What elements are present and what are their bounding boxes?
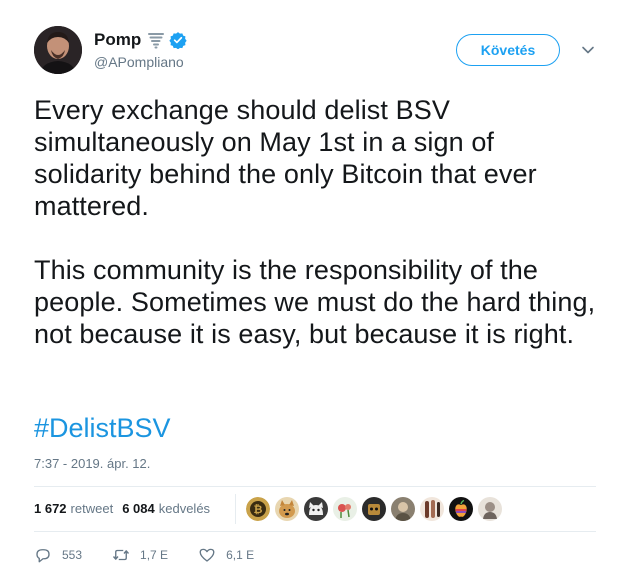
tweet-header: Pomp @APompliano Követés: [34, 26, 614, 78]
retweets-count: 1 672: [34, 501, 67, 516]
tweet-paragraph: This community is the responsibility of …: [34, 255, 596, 349]
liker-avatar[interactable]: [332, 496, 358, 522]
like-action[interactable]: 6,1 E: [198, 541, 254, 569]
follow-button[interactable]: Követés: [456, 34, 560, 66]
author-handle[interactable]: @APompliano: [94, 54, 184, 70]
likes-count: 6 084: [122, 501, 155, 516]
tornado-icon: [148, 33, 165, 49]
liker-avatar[interactable]: [303, 496, 329, 522]
verified-badge-icon: [169, 32, 187, 49]
chevron-down-icon[interactable]: [580, 42, 596, 58]
tweet-stats: 1 672 retweet 6 084 kedvelés: [34, 486, 210, 531]
svg-text:₿: ₿: [254, 503, 263, 516]
retweets-label: retweet: [70, 501, 114, 516]
heart-icon: [199, 548, 215, 562]
tweet-actions: 553 1,7 E 6,1 E: [34, 541, 254, 569]
reply-icon: [36, 549, 50, 563]
tweet-card: Pomp @APompliano Követés Every exchange …: [0, 0, 634, 571]
rose-avatar-icon: [333, 497, 357, 521]
apple-logo-avatar-icon: [449, 497, 473, 521]
divider: [34, 531, 596, 532]
author-name-row: Pomp: [94, 29, 187, 51]
sketch-avatar-icon: [478, 497, 502, 521]
liker-avatar[interactable]: [419, 496, 445, 522]
avatar-photo-icon: [34, 26, 82, 74]
robot-avatar-icon: [362, 497, 386, 521]
liker-avatar[interactable]: [361, 496, 387, 522]
portrait-avatar-icon: [391, 497, 415, 521]
retweet-count: 1,7 E: [140, 548, 169, 562]
retweets-stat[interactable]: 1 672 retweet: [34, 501, 113, 516]
tweet-timestamp[interactable]: 7:37 - 2019. ápr. 12.: [34, 456, 150, 471]
doge-avatar-icon: [275, 497, 299, 521]
author-name[interactable]: Pomp: [94, 30, 141, 50]
bitcoin-avatar-icon: ₿: [246, 497, 270, 521]
liker-avatars: ₿: [245, 496, 506, 522]
liker-avatar[interactable]: [390, 496, 416, 522]
tweet-text: Every exchange should delist BSV simulta…: [34, 94, 604, 350]
likes-label: kedvelés: [158, 501, 211, 516]
retweet-action[interactable]: 1,7 E: [112, 541, 168, 569]
liker-avatar[interactable]: [477, 496, 503, 522]
tweet-paragraph: Every exchange should delist BSV simulta…: [34, 95, 537, 221]
liker-avatar[interactable]: [448, 496, 474, 522]
liker-avatar[interactable]: ₿: [245, 496, 271, 522]
reply-action[interactable]: 553: [34, 541, 82, 569]
likes-stat[interactable]: 6 084 kedvelés: [122, 501, 210, 516]
stats-separator: [235, 494, 236, 524]
figure-avatar-icon: [420, 497, 444, 521]
like-count: 6,1 E: [226, 548, 255, 562]
author-avatar[interactable]: [34, 26, 82, 74]
cat-avatar-icon: [304, 497, 328, 521]
reply-count: 553: [62, 548, 83, 562]
retweet-icon: [113, 549, 130, 561]
hashtag-link[interactable]: #DelistBSV: [34, 412, 171, 444]
liker-avatar[interactable]: [274, 496, 300, 522]
